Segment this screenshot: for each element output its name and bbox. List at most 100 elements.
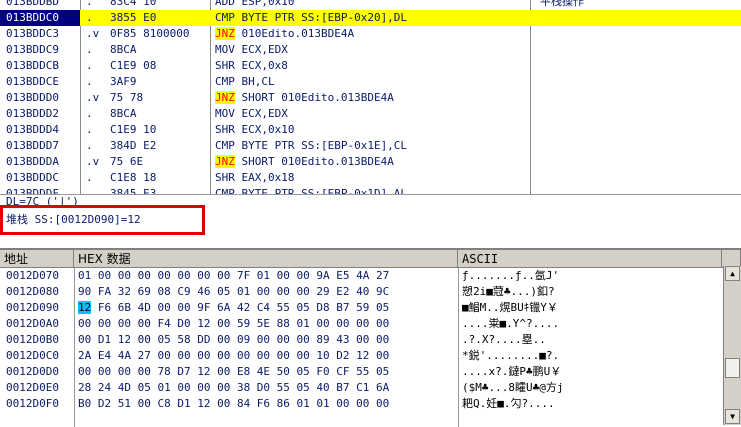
dump-header-ascii[interactable]: ASCII <box>458 250 722 268</box>
dump-row[interactable]: 0012D0F0 B0 D2 51 00 C8 D1 12 00 84 F6 86… <box>0 396 722 412</box>
disasm-jump-marker: . <box>86 123 93 136</box>
disasm-instruction: CMP BYTE PTR SS:[EBP-0x1D],AL <box>215 187 408 194</box>
disasm-jump-marker: . <box>86 187 93 194</box>
disasm-hex-bytes: 75 6E <box>110 155 144 168</box>
disasm-row[interactable]: 013BDDD4. C1E9 10 SHR ECX,0x10 <box>0 122 741 138</box>
disasm-jump-marker: . <box>86 43 93 56</box>
disasm-address: 013BDDD4 <box>6 123 59 136</box>
disasm-operand: 010Edito.013BDE4A <box>234 27 355 40</box>
disasm-row[interactable]: 013BDDDF. 3845 E3 CMP BYTE PTR SS:[EBP-0x1… <box>0 186 741 194</box>
scroll-up-button[interactable]: ▲ <box>725 266 740 281</box>
dump-address: 0012D070 <box>6 269 59 282</box>
dump-ascii: *鋭'........■?. <box>462 349 560 362</box>
disasm-address: 013BDDBD <box>6 0 59 8</box>
disasm-hex-bytes: 0F85 8100000 <box>110 27 190 40</box>
dump-address: 0012D0D0 <box>6 365 59 378</box>
disasm-comment: 平栈操作 <box>540 0 584 8</box>
dump-row[interactable]: 0012D0C0 2A E4 4A 27 00 00 00 00 00 00 00… <box>0 348 722 364</box>
dump-hex-bytes: B0 D2 51 00 C8 D1 12 00 84 F6 86 01 01 0… <box>78 397 390 410</box>
disasm-jump-marker: . <box>86 171 93 184</box>
dump-row[interactable]: 0012D0B0 00 D1 12 00 05 58 DD 00 09 00 00… <box>0 332 722 348</box>
disasm-instruction: SHR EAX,0x18 <box>215 171 295 184</box>
disasm-address: 013BDDC3 <box>6 27 59 40</box>
dump-hex-bytes: 2A E4 4A 27 00 00 00 00 00 00 00 00 10 D… <box>78 349 390 362</box>
dump-hex-bytes: 01 00 00 00 00 00 00 00 7F 01 00 00 9A E… <box>78 269 390 282</box>
disasm-instruction: SHR ECX,0x10 <box>215 123 295 136</box>
dump-address: 0012D0A0 <box>6 317 59 330</box>
dump-address: 0012D090 <box>6 301 59 314</box>
disasm-row[interactable]: 013BDDDA .v 75 6E JNZ SHORT 010Edito.013BDE… <box>0 154 741 170</box>
disasm-hex-bytes: C1E9 10 <box>110 123 157 136</box>
disasm-hex-bytes: 384D E2 <box>110 139 157 152</box>
disasm-row[interactable]: 013BDDD2. 8BCA MOV ECX,EDX <box>0 106 741 122</box>
dump-ascii: .?.X?....塁.. <box>462 333 546 346</box>
disasm-operand: SHORT 010Edito.013BDE4A <box>234 155 394 168</box>
hex-dump-pane[interactable]: 地址 HEX 数据 ASCII 0012D070 01 00 00 00 00 0… <box>0 248 741 427</box>
dump-header-hex[interactable]: HEX 数据 <box>74 250 458 268</box>
dump-row[interactable]: 0012D0E0 28 24 4D 05 01 00 00 00 38 D0 55… <box>0 380 722 396</box>
disasm-row[interactable]: 013BDDC0. 3855 E0 CMP BYTE PTR SS:[EBP-0x2… <box>0 10 741 26</box>
disasm-row[interactable]: 013BDDCB. C1E9 08 SHR ECX,0x8 <box>0 58 741 74</box>
dump-ascii: ....x?.鐽P♣鹏U￥ <box>462 365 562 378</box>
disasm-address: 013BDDCB <box>6 59 59 72</box>
disasm-address: 013BDDD0 <box>6 91 59 104</box>
disasm-row[interactable]: 013BDDCE. 3AF9 CMP BH,CL <box>0 74 741 90</box>
dump-address: 0012D0B0 <box>6 333 59 346</box>
scroll-thumb[interactable] <box>725 358 740 378</box>
disasm-instruction: ADD ESP,0x10 <box>215 0 295 8</box>
disasm-instruction: CMP BYTE PTR SS:[EBP-0x1E],CL <box>215 139 408 152</box>
dump-ascii: ....粜■.Y^?.... <box>462 317 560 330</box>
disasm-address: 013BDDCE <box>6 75 59 88</box>
disasm-jump-marker: . <box>86 75 93 88</box>
dump-ascii: 耙Q.妊■.勽?.... <box>462 397 555 410</box>
disasm-jump-marker: .v <box>86 27 100 40</box>
disasm-jump-marker: .v <box>86 91 100 104</box>
disasm-row[interactable]: 013BDDD7. 384D E2 CMP BYTE PTR SS:[EBP-0x1… <box>0 138 741 154</box>
disasm-hex-bytes: C1E9 08 <box>110 59 157 72</box>
disasm-row[interactable]: 013BDDD0 .v 75 78 JNZ SHORT 010Edito.013BDE… <box>0 90 741 106</box>
dump-row[interactable]: 0012D0D0 00 00 00 00 78 D7 12 00 E8 4E 50… <box>0 364 722 380</box>
disasm-instruction: MOV ECX,EDX <box>215 107 288 120</box>
disasm-operand: SHORT 010Edito.013BDE4A <box>234 91 394 104</box>
dump-hex-bytes: 00 00 00 00 78 D7 12 00 E8 4E 50 05 F0 C… <box>78 365 390 378</box>
dump-ascii: 愬2i■蒄♣...)釦? <box>462 285 555 298</box>
disasm-jump-marker: . <box>86 107 93 120</box>
selected-byte[interactable]: 12 <box>78 301 92 314</box>
disasm-instruction: JNZ SHORT 010Edito.013BDE4A <box>215 154 528 170</box>
disasm-jump-marker: . <box>86 59 93 72</box>
dump-row[interactable]: 0012D090 12 F6 6B 4D 00 00 9F 6A 42 C4 55… <box>0 300 722 316</box>
dump-hex-bytes: 00 00 00 00 F4 D0 12 00 59 5E 88 01 00 0… <box>78 317 390 330</box>
disasm-row[interactable]: 013BDDC3 .v 0F85 8100000 JNZ 010Edito.013BD… <box>0 26 741 42</box>
jnz-mnemonic: JNZ <box>215 155 235 168</box>
dump-ascii: ($M♣...8矐U♣@方j <box>462 381 564 394</box>
dump-vertical-scrollbar[interactable]: ▲ ▼ <box>723 266 741 425</box>
disasm-address: 013BDDC9 <box>6 43 59 56</box>
disasm-jump-marker: . <box>86 0 93 8</box>
disasm-hex-bytes: 8BCA <box>110 107 137 120</box>
dump-row[interactable]: 0012D0A0 00 00 00 00 F4 D0 12 00 59 5E 88… <box>0 316 722 332</box>
dump-header-address[interactable]: 地址 <box>0 250 74 268</box>
dump-hex-bytes: 90 FA 32 69 08 C9 46 05 01 00 00 00 29 E… <box>78 285 390 298</box>
jnz-mnemonic: JNZ <box>215 27 235 40</box>
dump-ascii: ■鯧M..熀BUｷ镴Y￥ <box>462 301 558 314</box>
disasm-hex-bytes: 3855 E0 <box>110 11 157 24</box>
disasm-instruction: CMP BYTE PTR SS:[EBP-0x20],DL <box>215 11 408 24</box>
annotation-red-box <box>0 205 205 235</box>
dump-address: 0012D0F0 <box>6 397 59 410</box>
disasm-hex-bytes: C1E8 18 <box>110 171 157 184</box>
dump-address: 0012D0E0 <box>6 381 59 394</box>
disasm-address: 013BDDDC <box>6 171 59 184</box>
disasm-row[interactable]: 013BDDC9. 8BCA MOV ECX,EDX <box>0 42 741 58</box>
disassembly-pane[interactable]: 013BDDBD. 83C4 10 ADD ESP,0x10 平栈操作 013BDDC0… <box>0 0 741 194</box>
scroll-down-button[interactable]: ▼ <box>725 409 740 424</box>
dump-hex-bytes: 28 24 4D 05 01 00 00 00 38 D0 55 05 40 B… <box>78 381 390 394</box>
dump-row[interactable]: 0012D070 01 00 00 00 00 00 00 00 7F 01 00… <box>0 268 722 284</box>
disasm-address: 013BDDD7 <box>6 139 59 152</box>
dump-hex-bytes: 12 F6 6B 4D 00 00 9F 6A 42 C4 55 05 D8 B… <box>78 300 458 316</box>
disasm-jump-marker: . <box>86 11 93 24</box>
dump-row[interactable]: 0012D080 90 FA 32 69 08 C9 46 05 01 00 00… <box>0 284 722 300</box>
dump-hex-bytes: 00 D1 12 00 05 58 DD 00 09 00 00 00 89 4… <box>78 333 390 346</box>
disasm-row[interactable]: 013BDDDC. C1E8 18 SHR EAX,0x18 <box>0 170 741 186</box>
disasm-row[interactable]: 013BDDBD. 83C4 10 ADD ESP,0x10 平栈操作 <box>0 0 741 10</box>
jnz-mnemonic: JNZ <box>215 91 235 104</box>
